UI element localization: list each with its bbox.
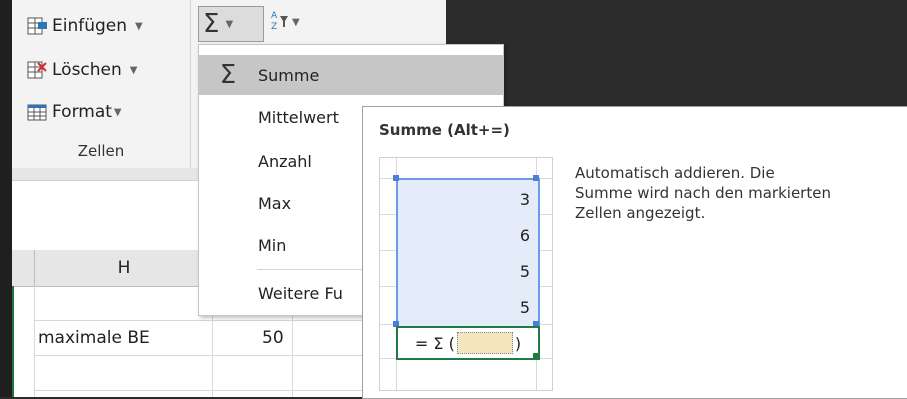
selected-range — [396, 178, 540, 328]
chevron-down-icon: ▼ — [225, 18, 234, 30]
example-value: 5 — [519, 298, 530, 317]
selection-handle — [533, 175, 539, 181]
insert-button[interactable]: Einfügen ▼ — [26, 12, 143, 40]
cells-group: Einfügen ▼ Löschen ▼ Format ▼ Zellen — [12, 0, 191, 168]
sort-filter-button[interactable]: AZ ▼ — [270, 8, 300, 36]
chevron-down-icon: ▼ — [113, 106, 122, 118]
menu-item-label: Max — [258, 193, 292, 213]
menu-item-label: Weitere Fu — [258, 283, 343, 303]
delete-label: Löschen — [52, 60, 122, 80]
sigma-icon: Σ — [219, 60, 237, 90]
format-cells-icon — [26, 102, 48, 122]
formula-prefix: = Σ ( — [414, 333, 455, 353]
sort-filter-icon: AZ — [270, 8, 290, 36]
delete-cells-icon — [26, 60, 48, 80]
example-value: 5 — [519, 262, 530, 281]
example-value: 6 — [519, 226, 530, 245]
formula-suffix: ) — [514, 333, 522, 353]
fill-handle — [533, 353, 539, 359]
chevron-down-icon: ▼ — [135, 20, 143, 32]
tooltip-desc-line: Summe wird nach den markierten — [575, 184, 831, 202]
selection-handle — [393, 175, 399, 181]
menu-item-label: Summe — [258, 65, 320, 85]
menu-item-label: Anzahl — [258, 151, 312, 171]
cell-value[interactable]: 50 — [262, 321, 284, 355]
delete-button[interactable]: Löschen ▼ — [26, 56, 138, 84]
svg-text:A: A — [271, 11, 278, 21]
example-value: 3 — [519, 190, 530, 209]
window-edge — [0, 0, 12, 397]
insert-cells-icon — [26, 16, 48, 36]
tooltip-description: Automatisch addieren. Die Summe wird nac… — [575, 163, 905, 223]
tooltip-desc-line: Automatisch addieren. Die — [575, 164, 775, 182]
autosum-button[interactable]: Σ ▼ — [198, 6, 264, 42]
insert-label: Einfügen — [52, 16, 128, 36]
row-header-edge — [12, 286, 14, 397]
sigma-icon: Σ — [203, 9, 220, 39]
format-label: Format — [52, 102, 112, 122]
cell-label[interactable]: maximale BE — [38, 321, 150, 355]
group-label: Zellen — [77, 142, 125, 160]
menu-item-label: Mittelwert — [258, 107, 339, 127]
svg-text:Z: Z — [271, 22, 277, 32]
menu-item-label: Min — [258, 235, 287, 255]
chevron-down-icon: ▼ — [292, 16, 300, 28]
column-header-h[interactable]: H — [34, 250, 214, 286]
format-button[interactable]: Format ▼ — [26, 98, 122, 126]
sum-illustration: 3 6 5 5 = Σ ( ) — [379, 157, 553, 391]
menu-item-summe[interactable]: Σ Summe — [199, 55, 503, 95]
formula-range-placeholder — [456, 332, 513, 354]
tooltip-desc-line: Zellen angezeigt. — [575, 204, 706, 222]
tooltip: Summe (Alt+=) Automatisch addieren. Die … — [362, 106, 907, 399]
sum-formula-cell: = Σ ( ) — [396, 326, 540, 360]
chevron-down-icon: ▼ — [129, 64, 138, 76]
tooltip-title: Summe (Alt+=) — [379, 121, 510, 139]
